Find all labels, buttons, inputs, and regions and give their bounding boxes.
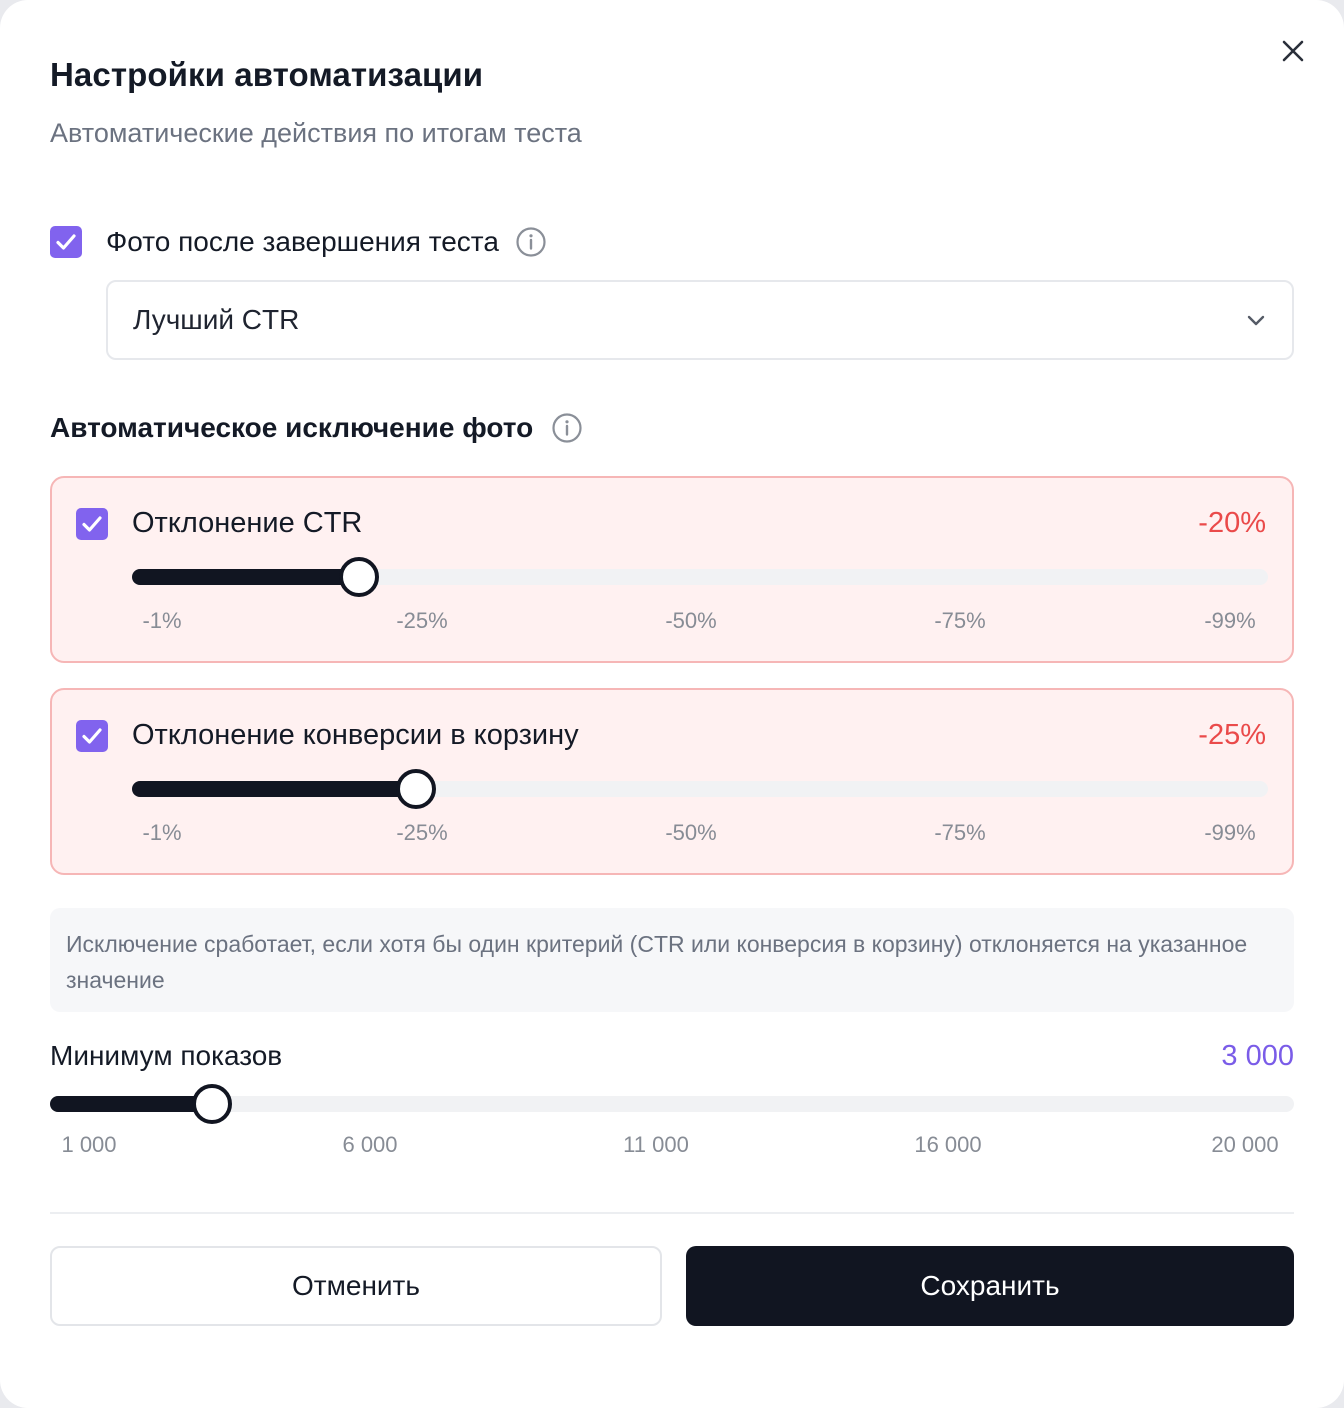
slider-thumb[interactable] bbox=[192, 1084, 233, 1124]
auto-exclusion-heading: Автоматическое исключение фото bbox=[50, 412, 583, 444]
cart-conversion-checkbox[interactable] bbox=[76, 720, 108, 752]
save-button[interactable]: Сохранить bbox=[686, 1246, 1294, 1326]
slider-thumb[interactable] bbox=[339, 557, 380, 597]
ctr-deviation-scale: -1% -25% -50% -75% -99% bbox=[132, 608, 1268, 634]
slider-thumb[interactable] bbox=[396, 769, 436, 809]
dialog-title: Настройки автоматизации bbox=[50, 56, 484, 93]
info-icon[interactable] bbox=[551, 412, 583, 444]
auto-exclusion-title: Автоматическое исключение фото bbox=[50, 412, 534, 443]
scale-tick: -25% bbox=[396, 608, 448, 633]
slider-fill bbox=[50, 1096, 213, 1112]
dialog-subtitle: Автоматические действия по итогам теста bbox=[50, 118, 582, 148]
cart-conversion-slider[interactable] bbox=[132, 769, 1268, 809]
cart-conversion-scale: -1% -25% -50% -75% -99% bbox=[132, 820, 1268, 846]
scale-tick: -99% bbox=[1204, 608, 1256, 633]
slider-fill bbox=[132, 569, 360, 585]
scale-tick: -50% bbox=[665, 608, 717, 633]
footer-divider bbox=[50, 1212, 1294, 1214]
exclusion-info-note: Исключение сработает, если хотя бы один … bbox=[50, 908, 1294, 1012]
slider-fill bbox=[132, 781, 416, 797]
photo-after-test-row: Фото после завершения теста bbox=[50, 226, 547, 258]
scale-tick: -25% bbox=[396, 820, 448, 845]
scale-tick: 11 000 bbox=[623, 1132, 689, 1157]
close-button[interactable] bbox=[1276, 34, 1310, 68]
min-impressions-label: Минимум показов bbox=[50, 1040, 283, 1071]
scale-tick: -75% bbox=[934, 820, 986, 845]
chevron-down-icon bbox=[1247, 315, 1265, 326]
check-icon bbox=[82, 728, 102, 744]
scale-tick: -75% bbox=[934, 608, 986, 633]
check-icon bbox=[82, 516, 102, 532]
slider-track bbox=[50, 1096, 1294, 1112]
scale-tick: -1% bbox=[142, 820, 182, 845]
ctr-deviation-label: Отклонение CTR bbox=[132, 507, 363, 539]
photo-selection-dropdown[interactable]: Лучший CTR bbox=[106, 280, 1294, 360]
scale-tick: -1% bbox=[142, 608, 182, 633]
min-impressions-value: 3 000 bbox=[1221, 1040, 1294, 1072]
scale-tick: -99% bbox=[1204, 820, 1256, 845]
ctr-deviation-checkbox[interactable] bbox=[76, 508, 108, 540]
ctr-deviation-value: -20% bbox=[1198, 507, 1266, 539]
check-icon bbox=[56, 234, 76, 250]
criterion-cart-conversion-deviation: Отклонение конверсии в корзину -25% -1% … bbox=[50, 688, 1294, 875]
photo-after-test-label: Фото после завершения теста bbox=[106, 226, 499, 257]
automation-settings-dialog: Настройки автоматизации Автоматические д… bbox=[0, 0, 1344, 1408]
dropdown-selected-value: Лучший CTR bbox=[133, 304, 300, 335]
criterion-ctr-deviation: Отклонение CTR -20% -1% -25% -50% -75% -… bbox=[50, 476, 1294, 663]
photo-after-test-checkbox[interactable] bbox=[50, 226, 82, 258]
min-impressions-slider[interactable] bbox=[50, 1084, 1294, 1124]
scale-tick: 20 000 bbox=[1211, 1132, 1279, 1157]
min-impressions-scale: 1 000 6 000 11 000 16 000 20 000 bbox=[50, 1132, 1294, 1160]
info-icon[interactable] bbox=[515, 226, 547, 258]
ctr-deviation-slider[interactable] bbox=[132, 557, 1268, 597]
close-icon bbox=[1282, 40, 1304, 62]
scale-tick: -50% bbox=[665, 820, 717, 845]
cancel-button[interactable]: Отменить bbox=[50, 1246, 662, 1326]
scale-tick: 1 000 bbox=[61, 1132, 117, 1157]
cart-conversion-label: Отклонение конверсии в корзину bbox=[132, 719, 579, 751]
scale-tick: 6 000 bbox=[342, 1132, 398, 1157]
scale-tick: 16 000 bbox=[914, 1132, 982, 1157]
cart-conversion-value: -25% bbox=[1198, 719, 1266, 751]
